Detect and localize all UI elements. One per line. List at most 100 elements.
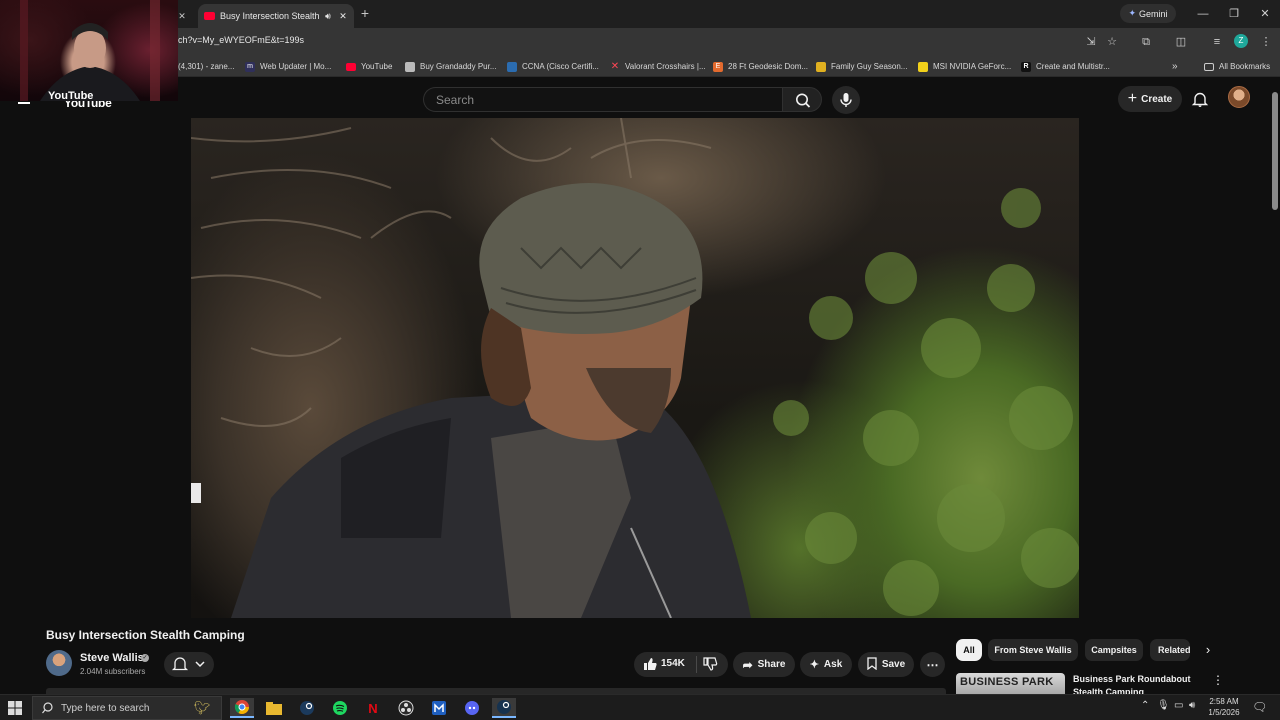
chip-from-channel[interactable]: From Steve Wallis	[988, 639, 1078, 661]
chip-related[interactable]: Related	[1150, 639, 1190, 661]
web-updater-icon: m	[245, 61, 255, 72]
restore-window-button[interactable]: ❐	[1219, 4, 1249, 24]
close-window-button[interactable]: ✕	[1250, 4, 1280, 24]
steam-taskbar-icon[interactable]	[492, 698, 516, 718]
discord-icon[interactable]	[460, 698, 484, 718]
streaming-app-icon[interactable]	[427, 698, 451, 718]
subscription-notifications-button[interactable]	[164, 652, 214, 677]
thumbs-down-icon	[703, 657, 718, 671]
minimize-window-button[interactable]: —	[1188, 4, 1218, 24]
extensions-puzzle-icon[interactable]: ⧉	[1138, 34, 1154, 50]
share-button[interactable]: ➦ Share	[733, 652, 795, 677]
url-field[interactable]: ch?v=My_eWYEOFmE&t=199s	[178, 35, 304, 45]
file-explorer-icon[interactable]	[262, 698, 286, 718]
volume-tray-icon[interactable]: 🔊︎	[1189, 700, 1195, 711]
new-tab-button[interactable]: +	[358, 5, 372, 21]
spotify-icon[interactable]	[328, 698, 352, 718]
bookmark-item[interactable]: CCNA (Cisco Certifi...	[507, 59, 599, 74]
search-button[interactable]	[782, 87, 822, 112]
netflix-icon[interactable]: N	[361, 698, 385, 718]
page-scrollbar[interactable]	[1270, 78, 1280, 694]
microphone-tray-icon[interactable]: 🎙︎	[1157, 700, 1170, 711]
bookmark-item[interactable]: (4,301) - zane...	[178, 59, 234, 74]
restream-icon: R	[1021, 61, 1031, 72]
bookmark-label: MSI NVIDIA GeForc...	[933, 62, 1012, 71]
sparkle-icon: ✦	[809, 659, 819, 671]
webcam-overlay: YouTube	[0, 0, 178, 101]
bookmark-label: Family Guy Season...	[831, 62, 908, 71]
webcam-person	[20, 0, 160, 101]
youtube-icon	[346, 62, 356, 71]
save-button[interactable]: Save	[858, 652, 914, 677]
notification-center-icon[interactable]: 🗨︎	[1252, 700, 1267, 714]
bookmark-label: CCNA (Cisco Certifi...	[522, 62, 599, 71]
chevron-right-icon[interactable]: ›	[1200, 642, 1216, 658]
recommendation-title[interactable]: Business Park Roundabout Stealth Camping	[1073, 673, 1203, 694]
page-icon	[405, 61, 415, 72]
taskbar-time[interactable]: 2:58 AM	[1207, 697, 1241, 706]
all-bookmarks-button[interactable]: All Bookmarks	[1204, 59, 1270, 74]
more-bookmarks-chevron-icon[interactable]: »	[1172, 59, 1178, 74]
search-icon	[42, 702, 53, 714]
side-panel-icon[interactable]: ◫	[1173, 34, 1189, 50]
bookmark-item[interactable]: ✕ Valorant Crosshairs |...	[610, 59, 706, 74]
dislike-button[interactable]	[702, 656, 718, 672]
notifications-bell-icon[interactable]	[1191, 90, 1209, 108]
install-app-icon[interactable]: ⇲	[1083, 34, 1099, 50]
video-frame-person	[231, 183, 751, 618]
msi-icon	[918, 61, 928, 72]
chrome-taskbar-icon[interactable]	[230, 698, 254, 718]
like-button[interactable]	[642, 656, 658, 672]
chevron-down-icon	[195, 661, 205, 668]
active-tab[interactable]: Busy Intersection Stealth Ca 🔊︎ ✕	[198, 4, 354, 28]
taskbar-search-input[interactable]	[61, 702, 191, 714]
obs-icon[interactable]	[394, 698, 418, 718]
valorant-icon: ✕	[610, 60, 620, 72]
tablet-tray-icon[interactable]: ▭	[1174, 700, 1183, 711]
share-arrow-icon: ➦	[742, 657, 753, 672]
steam-icon[interactable]	[295, 698, 319, 718]
bookmark-item[interactable]: Family Guy Season...	[816, 59, 907, 74]
search-input[interactable]	[424, 88, 782, 111]
more-actions-icon[interactable]: ⋯	[920, 652, 945, 677]
video-player[interactable]	[191, 118, 1079, 618]
webcam-logo-text: YouTube	[48, 90, 94, 101]
channel-name[interactable]: Steve Wallis	[80, 652, 144, 664]
bookmark-label: YouTube	[361, 62, 393, 71]
recommendation-menu-icon[interactable]: ⋮	[1212, 673, 1224, 689]
bookmark-item[interactable]: Buy Grandaddy Pur...	[405, 59, 497, 74]
chip-all[interactable]: All	[956, 639, 982, 661]
recommendation-thumbnail[interactable]: BUSINESS PARK	[956, 673, 1065, 694]
bookmark-item[interactable]: MSI NVIDIA GeForc...	[918, 59, 1011, 74]
bookmark-label: Valorant Crosshairs |...	[625, 62, 706, 71]
address-bar-row: ch?v=My_eWYEOFmE&t=199s ⇲ ☆ ⧉ ◫ ≡ Z ⋮	[0, 28, 1280, 56]
browser-tab-strip: ✕ Busy Intersection Stealth Ca 🔊︎ ✕ + ✦ …	[0, 0, 1280, 28]
microphone-icon	[840, 93, 852, 107]
create-button[interactable]: + Create	[1118, 86, 1182, 112]
geodesic-icon: E	[713, 61, 723, 72]
tray-chevron-up-icon[interactable]: ⌃	[1141, 700, 1149, 711]
bookmark-item[interactable]: E 28 Ft Geodesic Dom...	[713, 59, 808, 74]
voice-search-button[interactable]	[832, 86, 860, 114]
close-tab-icon[interactable]: ✕	[338, 11, 348, 22]
speaker-icon[interactable]: 🔊︎	[322, 11, 334, 22]
save-label: Save	[881, 659, 906, 670]
scrollbar-thumb[interactable]	[1272, 92, 1278, 210]
chip-campsites[interactable]: Campsites	[1085, 639, 1143, 661]
bookmark-item[interactable]: m Web Updater | Mo...	[245, 59, 331, 74]
profile-avatar-icon[interactable]: Z	[1234, 34, 1248, 48]
bookmark-star-icon[interactable]: ☆	[1104, 34, 1120, 50]
channel-avatar[interactable]	[46, 650, 72, 676]
chrome-menu-icon[interactable]: ⋮	[1258, 34, 1274, 50]
taskbar-date[interactable]: 1/5/2026	[1205, 708, 1243, 717]
ask-button[interactable]: ✦ Ask	[800, 652, 852, 677]
bookmark-item[interactable]: YouTube	[346, 59, 392, 74]
bookmark-item[interactable]: R Create and Multistr...	[1021, 59, 1110, 74]
media-controls-icon[interactable]: ≡	[1209, 34, 1225, 50]
like-divider	[696, 656, 697, 673]
account-avatar[interactable]	[1228, 86, 1250, 108]
bookmark-label: Buy Grandaddy Pur...	[420, 62, 497, 71]
windows-start-icon[interactable]	[8, 701, 22, 715]
gemini-button[interactable]: ✦ Gemini	[1120, 4, 1176, 23]
create-label: Create	[1141, 93, 1173, 105]
